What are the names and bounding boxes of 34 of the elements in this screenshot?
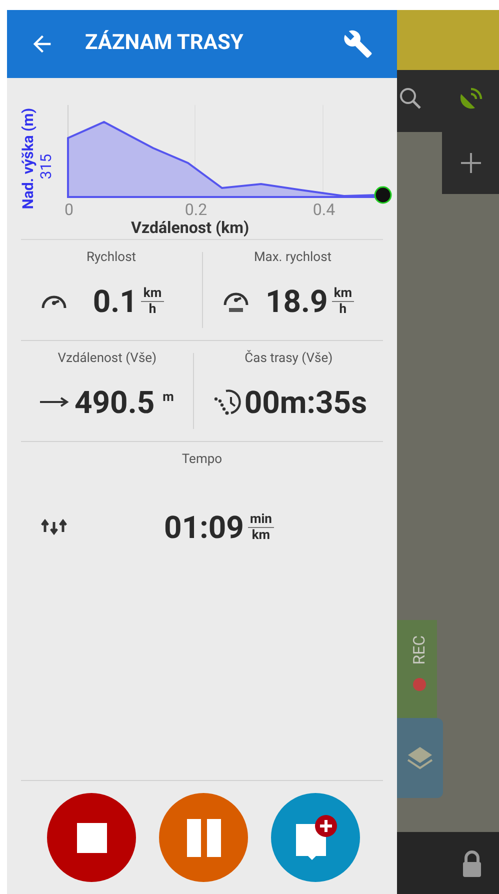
screen-title: ZÁZNAM TRASY	[85, 29, 244, 58]
stat-label: Rychlost	[86, 249, 136, 267]
settings-button[interactable]	[343, 29, 373, 59]
arrow-right-icon	[39, 396, 69, 408]
lock-icon[interactable]	[461, 850, 483, 878]
stat-label: Max. rychlost	[254, 249, 332, 267]
axis-tick-label: 0	[64, 199, 74, 221]
stat-value: 01:09	[164, 512, 244, 542]
axis-title: Nad. výška (m)	[19, 108, 37, 210]
stop-icon	[76, 822, 106, 852]
stat-unit: m	[162, 389, 174, 408]
stat-label: Tempo	[182, 451, 222, 469]
rec-label[interactable]: REC	[408, 635, 432, 665]
stat-value: 490.5	[74, 386, 155, 418]
stat-value: 0.1	[92, 286, 138, 316]
stat-label: Čas trasy (Vše)	[244, 349, 333, 368]
pause-icon	[186, 818, 220, 856]
axis-tick-label: 315	[37, 154, 55, 180]
unit-numerator: km	[332, 286, 354, 302]
stat-label: Vzdálenost (Vše)	[58, 350, 157, 368]
search-icon[interactable]	[399, 86, 423, 110]
dotted-clock-icon	[212, 387, 242, 417]
position-marker	[374, 186, 392, 204]
wrench-icon	[343, 29, 373, 59]
unit-numerator: min	[248, 512, 274, 528]
axis-tick-label: 0.4	[312, 199, 336, 221]
unit-denominator: km	[252, 528, 270, 542]
zoom-in-button[interactable]	[442, 132, 499, 194]
stat-value: 00m:35s	[244, 386, 367, 418]
unit-numerator: km	[141, 286, 164, 302]
unit-denominator: h	[148, 302, 156, 316]
plus-icon	[458, 151, 482, 175]
unit-denominator: h	[339, 302, 347, 316]
stat-value: 18.9	[265, 286, 328, 316]
